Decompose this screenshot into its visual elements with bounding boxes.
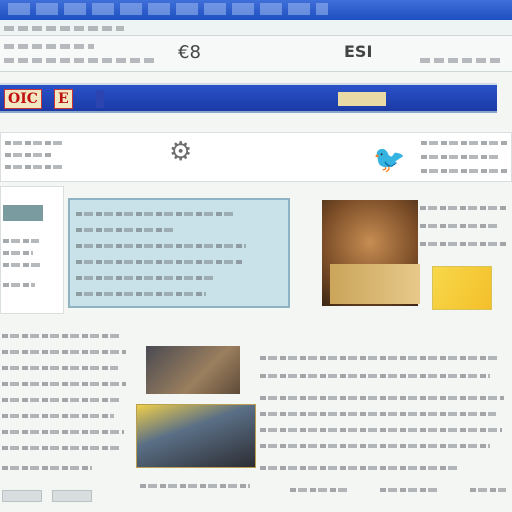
nav-button-left[interactable]: €8: [178, 42, 201, 63]
text-line: [2, 414, 114, 418]
feature-text: [76, 260, 242, 264]
text-line: [260, 396, 504, 400]
text-line: [2, 366, 118, 370]
feature-box[interactable]: [68, 198, 290, 308]
text-line: [5, 141, 65, 145]
text-line: [260, 466, 460, 470]
text-line: [5, 153, 51, 157]
feature-text: [76, 244, 246, 248]
text-line: [260, 356, 500, 360]
next-button[interactable]: [52, 490, 92, 502]
menu-bar: [0, 20, 512, 36]
menu-items[interactable]: [4, 26, 124, 31]
header-strip: ⚙ 🐦: [0, 132, 512, 182]
text-line: [2, 350, 126, 354]
photo-caption: [140, 484, 250, 488]
right-column: [420, 206, 510, 266]
text-line: [2, 430, 124, 434]
text-line: [421, 169, 507, 173]
sidebar-item[interactable]: [3, 239, 39, 243]
site-logo[interactable]: OIC: [4, 89, 42, 109]
bird-icon: 🐦: [373, 145, 406, 175]
text-line: [421, 141, 509, 145]
address-line[interactable]: [4, 44, 94, 49]
left-sidebar: [0, 186, 64, 314]
footer-link[interactable]: [290, 488, 350, 492]
site-logo-mark[interactable]: E: [54, 89, 73, 109]
banner-link[interactable]: [338, 92, 386, 106]
article-left: [0, 330, 130, 502]
text-line: [260, 412, 496, 416]
text-line: [2, 382, 126, 386]
site-banner: OIC E: [0, 83, 497, 113]
text-line: [2, 446, 120, 450]
text-line: [260, 444, 490, 448]
footer-link[interactable]: [380, 488, 440, 492]
text-line: [421, 155, 501, 159]
text-line: [420, 242, 508, 246]
text-line: [2, 334, 122, 338]
text-line: [2, 398, 122, 402]
gear-icon: ⚙: [169, 137, 193, 167]
nav-button-right[interactable]: ESI: [344, 42, 372, 61]
photo-icon[interactable]: [3, 205, 43, 221]
text-line: [5, 165, 63, 169]
text-line: [260, 428, 502, 432]
text-line: [260, 374, 490, 378]
promo-tab[interactable]: [432, 266, 492, 310]
feature-text: [76, 276, 216, 280]
feature-text: [76, 292, 206, 296]
photo-caption-bar: [330, 264, 420, 304]
article-photo[interactable]: [146, 346, 240, 394]
text-line: [420, 206, 506, 210]
prev-button[interactable]: [2, 490, 42, 502]
text-line: [2, 466, 92, 470]
banner-title: [96, 90, 104, 108]
sidebar-item[interactable]: [3, 283, 35, 287]
sidebar-item[interactable]: [3, 251, 33, 255]
window-title: [8, 3, 328, 15]
text-line: [420, 224, 500, 228]
footer-link[interactable]: [470, 488, 506, 492]
address-line-2: [4, 58, 154, 63]
status-line: [420, 58, 500, 63]
window-titlebar: [0, 0, 512, 20]
article-photo-large[interactable]: [136, 404, 256, 468]
toolbar: €8 ESI: [0, 36, 512, 72]
feature-text: [76, 212, 236, 216]
sidebar-item[interactable]: [3, 263, 41, 267]
article-right: [260, 350, 510, 500]
feature-text: [76, 228, 176, 232]
